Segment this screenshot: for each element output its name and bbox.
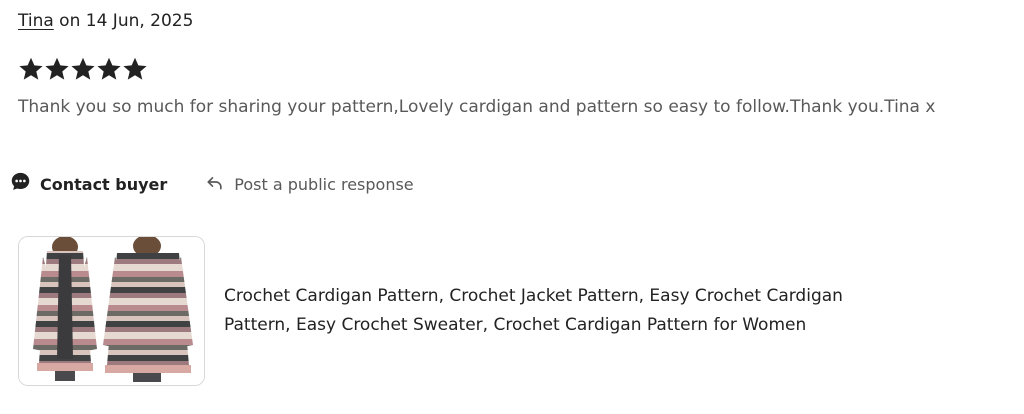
star-icon bbox=[97, 57, 121, 80]
reply-arrow-icon bbox=[205, 172, 225, 199]
star-icon bbox=[19, 57, 43, 80]
listing-thumbnail[interactable] bbox=[18, 236, 205, 386]
review-date: on 14 Jun, 2025 bbox=[53, 11, 194, 31]
contact-buyer-button[interactable]: Contact buyer bbox=[10, 171, 167, 199]
review-meta: Tina on 14 Jun, 2025 bbox=[18, 9, 193, 33]
reviewer-name-link[interactable]: Tina bbox=[18, 11, 54, 31]
review-actions: Contact buyer Post a public response bbox=[10, 171, 414, 199]
purchased-listing: Crochet Cardigan Pattern, Crochet Jacket… bbox=[18, 236, 904, 386]
post-public-response-button[interactable]: Post a public response bbox=[205, 172, 414, 199]
contact-buyer-label: Contact buyer bbox=[40, 175, 168, 194]
listing-title-link[interactable]: Crochet Cardigan Pattern, Crochet Jacket… bbox=[224, 282, 904, 340]
star-icon bbox=[123, 57, 147, 80]
star-icon bbox=[45, 57, 69, 80]
chat-bubble-icon bbox=[10, 171, 31, 199]
listing-image bbox=[19, 237, 204, 385]
post-public-response-label: Post a public response bbox=[234, 175, 414, 194]
star-rating bbox=[18, 56, 148, 82]
review-text: Thank you so much for sharing your patte… bbox=[18, 97, 936, 117]
star-icon bbox=[71, 57, 95, 80]
